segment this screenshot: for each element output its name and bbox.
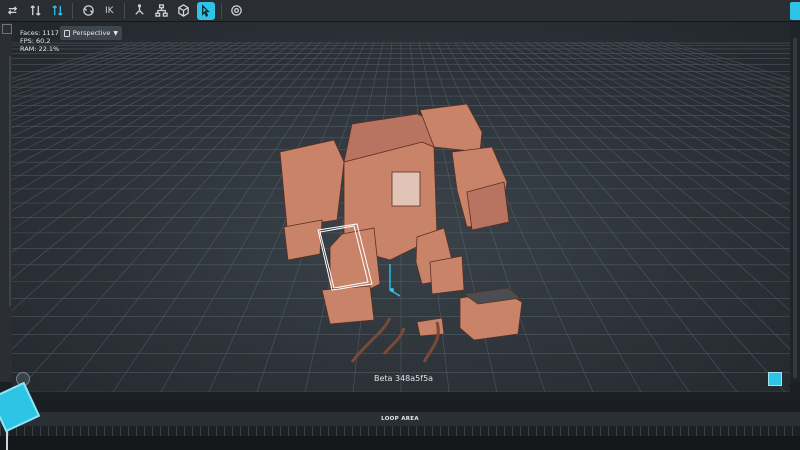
fps-value: FPS: 60.2 <box>20 37 51 45</box>
right-scrollbar-track <box>790 22 800 382</box>
robot-right-knee[interactable] <box>429 255 465 295</box>
top-toolbar: IK <box>0 0 800 22</box>
transform-icon[interactable] <box>4 2 22 20</box>
left-scrollbar[interactable] <box>9 56 11 306</box>
loop-area-label: LOOP AREA <box>381 416 419 422</box>
view-mode-label: Perspective <box>72 29 111 37</box>
robot-model[interactable] <box>12 22 790 392</box>
cube-icon[interactable] <box>175 2 193 20</box>
timeline-ruler[interactable] <box>0 426 800 436</box>
view-mode-dropdown[interactable]: Perspective ▼ <box>60 26 122 40</box>
left-panel-strip <box>0 22 12 382</box>
tree-icon[interactable] <box>153 2 171 20</box>
ik-toggle[interactable]: IK <box>101 2 118 20</box>
select-icon[interactable] <box>196 1 215 20</box>
faces-count: Faces: 1117 <box>20 29 59 37</box>
version-label: Beta 348a5f5a <box>374 374 434 383</box>
sync-icon[interactable] <box>79 2 97 20</box>
robot-left-hand[interactable] <box>283 219 323 261</box>
robot-left-leg[interactable] <box>329 227 381 291</box>
move-icon[interactable] <box>26 2 44 20</box>
robot-small-part[interactable] <box>416 317 445 337</box>
robot-left-arm[interactable] <box>279 139 345 228</box>
panel-grip-icon[interactable] <box>2 24 12 34</box>
bone-icon[interactable] <box>131 2 149 20</box>
toolbar-divider <box>72 2 73 19</box>
camera-icon <box>64 29 70 37</box>
robot-left-foot[interactable] <box>321 285 375 325</box>
viewport-stats: Faces: 1117 FPS: 60.2 RAM: 22.1% <box>20 29 59 53</box>
loop-area-bar[interactable]: LOOP AREA <box>0 412 800 426</box>
view-cube-icon[interactable] <box>768 372 782 386</box>
panel-toggle[interactable] <box>790 2 800 20</box>
chevron-down-icon: ▼ <box>113 29 118 37</box>
timeline-track[interactable] <box>0 436 800 450</box>
3d-viewport[interactable]: Faces: 1117 FPS: 60.2 RAM: 22.1% Perspec… <box>12 22 790 392</box>
ram-usage: RAM: 22.1% <box>20 45 60 53</box>
right-scrollbar[interactable] <box>793 38 797 378</box>
robot-chest-panel <box>391 171 421 207</box>
gizmo-handle[interactable] <box>390 288 394 292</box>
rotate-icon[interactable] <box>48 2 66 20</box>
timeline-header <box>0 404 800 412</box>
toolbar-divider <box>123 2 125 19</box>
toolbar-divider <box>220 2 222 19</box>
target-icon[interactable] <box>228 2 246 20</box>
